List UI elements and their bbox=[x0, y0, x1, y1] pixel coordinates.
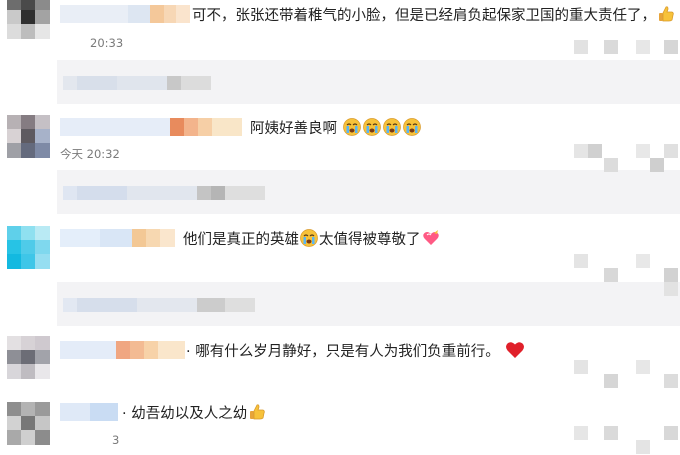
crying-face-icon bbox=[362, 118, 381, 136]
thumbs-up-icon bbox=[248, 403, 266, 421]
comment-item: · 幼吾幼以及人之幼 3 bbox=[0, 398, 680, 455]
timestamp: 3 bbox=[112, 433, 120, 447]
comment-text: 可不，张张还带着稚气的小脸，但是已经肩负起保家卫国的重大责任了， bbox=[192, 5, 676, 26]
timestamp: 今天 20:32 bbox=[60, 147, 120, 161]
comment-text: 阿姨好善良啊 bbox=[250, 118, 422, 139]
comment-text: · 幼吾幼以及人之幼 bbox=[122, 403, 267, 424]
comment-item: 可不，张张还带着稚气的小脸，但是已经肩负起保家卫国的重大责任了， 20:33 bbox=[0, 0, 680, 105]
timestamp: 20:33 bbox=[90, 36, 124, 50]
blurred-area bbox=[570, 354, 680, 398]
comment-text: · 哪有什么岁月静好，只是有人为我们负重前行。 bbox=[186, 341, 525, 362]
comment-item: · 哪有什么岁月静好，只是有人为我们负重前行。 bbox=[0, 332, 680, 398]
username[interactable] bbox=[60, 229, 175, 247]
thumbs-up-icon bbox=[657, 5, 675, 23]
blurred-area bbox=[570, 142, 680, 176]
crying-face-icon bbox=[300, 229, 318, 247]
crying-face-icon bbox=[382, 118, 401, 136]
avatar[interactable] bbox=[7, 226, 50, 269]
reply-box bbox=[57, 170, 680, 214]
reply-box bbox=[57, 60, 680, 104]
heart-ribbon-icon bbox=[422, 229, 440, 247]
username[interactable] bbox=[60, 341, 185, 359]
crying-face-icon bbox=[402, 118, 421, 136]
username[interactable] bbox=[60, 5, 190, 23]
red-heart-icon bbox=[505, 341, 525, 359]
comment-text: 他们是真正的英雄 太值得被尊敬了 bbox=[183, 229, 441, 250]
crying-face-icon bbox=[342, 118, 361, 136]
blurred-area bbox=[570, 418, 680, 455]
username[interactable] bbox=[60, 118, 242, 136]
avatar[interactable] bbox=[7, 402, 50, 445]
comment-item: 他们是真正的英雄 太值得被尊敬了 bbox=[0, 220, 680, 330]
username[interactable] bbox=[60, 403, 118, 421]
blurred-area bbox=[570, 38, 680, 58]
avatar[interactable] bbox=[7, 0, 50, 39]
avatar[interactable] bbox=[7, 336, 50, 379]
comment-item: 阿姨好善良啊 今天 20:32 bbox=[0, 108, 680, 218]
avatar[interactable] bbox=[7, 115, 50, 158]
blurred-area bbox=[570, 250, 680, 298]
